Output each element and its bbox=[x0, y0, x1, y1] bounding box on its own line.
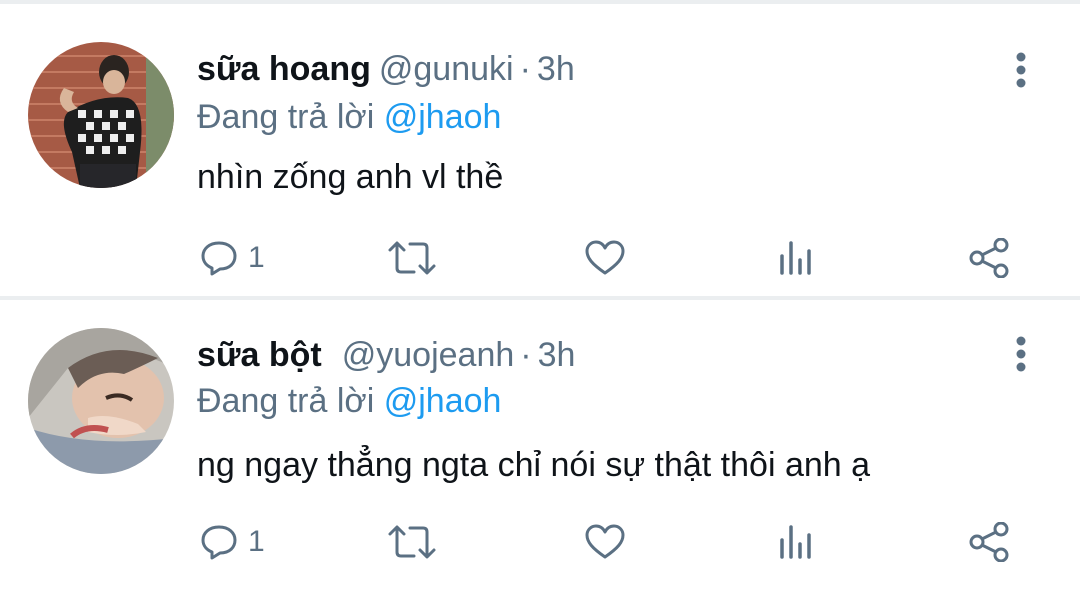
like-button[interactable] bbox=[584, 230, 626, 286]
replying-to: Đang trả lời @jhaoh bbox=[197, 94, 501, 140]
mention-link[interactable]: @jhaoh bbox=[384, 382, 502, 420]
replying-to-label: Đang trả lời bbox=[197, 382, 375, 420]
separator: · bbox=[520, 336, 532, 374]
share-button[interactable] bbox=[968, 514, 1010, 570]
analytics-button[interactable] bbox=[778, 514, 814, 570]
display-name[interactable]: sữa bột bbox=[197, 336, 322, 374]
share-icon bbox=[968, 238, 1010, 278]
top-divider bbox=[0, 0, 1080, 4]
timestamp[interactable]: 3h bbox=[537, 50, 575, 88]
avatar[interactable] bbox=[28, 328, 174, 474]
separator: · bbox=[519, 50, 531, 88]
avatar[interactable] bbox=[28, 42, 174, 188]
share-icon bbox=[968, 522, 1010, 562]
reply-icon bbox=[200, 240, 238, 276]
retweet-button[interactable] bbox=[386, 514, 438, 570]
reply-icon bbox=[200, 524, 238, 560]
retweet-icon bbox=[386, 240, 438, 276]
retweet-icon bbox=[386, 524, 438, 560]
reply-count: 1 bbox=[248, 241, 265, 274]
reply-button[interactable]: 1 bbox=[200, 514, 265, 570]
tweet-actions: 1 bbox=[0, 514, 1080, 570]
tweet-text: ng ngay thẳng ngta chỉ nói sự thật thôi … bbox=[197, 446, 871, 484]
like-button[interactable] bbox=[584, 514, 626, 570]
tweet[interactable]: sữa bột @yuojeanh · 3h Đang trả lời @jhaoh … bbox=[0, 302, 1080, 592]
share-button[interactable] bbox=[968, 230, 1010, 286]
like-icon bbox=[584, 240, 626, 276]
timestamp[interactable]: 3h bbox=[538, 336, 576, 374]
tweet-text: nhìn zống anh vl thề bbox=[197, 158, 504, 196]
more-icon[interactable] bbox=[1004, 48, 1038, 92]
replying-to-label: Đang trả lời bbox=[197, 98, 375, 136]
retweet-button[interactable] bbox=[386, 230, 438, 286]
like-icon bbox=[584, 524, 626, 560]
analytics-icon bbox=[778, 240, 814, 276]
username[interactable]: @yuojeanh bbox=[342, 336, 515, 374]
more-icon[interactable] bbox=[1004, 332, 1038, 376]
tweet-actions: 1 bbox=[0, 230, 1080, 286]
mention-link[interactable]: @jhaoh bbox=[384, 98, 502, 136]
display-name[interactable]: sữa hoang bbox=[197, 50, 371, 88]
tweet[interactable]: sữa hoang @gunuki · 3h Đang trả lời @jhaoh … bbox=[0, 6, 1080, 296]
analytics-icon bbox=[778, 524, 814, 560]
analytics-button[interactable] bbox=[778, 230, 814, 286]
tweet-header: sữa hoang @gunuki · 3h bbox=[197, 46, 575, 92]
reply-button[interactable]: 1 bbox=[200, 230, 265, 286]
reply-count: 1 bbox=[248, 525, 265, 558]
username[interactable]: @gunuki bbox=[379, 50, 514, 88]
tweet-divider bbox=[0, 296, 1080, 300]
replying-to: Đang trả lời @jhaoh bbox=[197, 378, 501, 424]
tweet-header: sữa bột @yuojeanh · 3h bbox=[197, 332, 575, 378]
